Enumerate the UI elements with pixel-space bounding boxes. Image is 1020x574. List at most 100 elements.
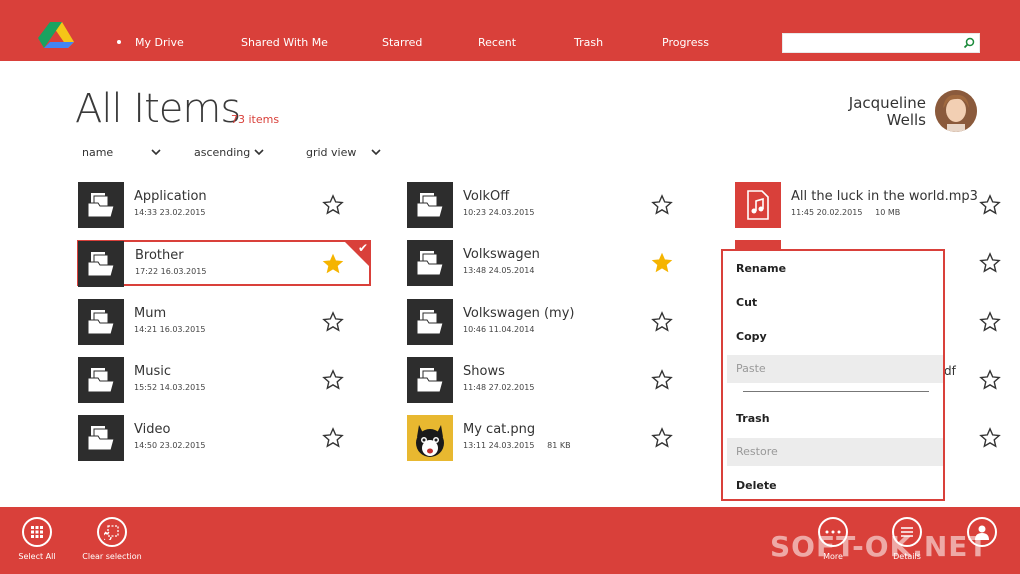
folder-tile[interactable]: Volkswagen 13:48 24.05.2014: [407, 240, 697, 288]
star-outline-icon[interactable]: [651, 369, 673, 391]
folder-icon: [87, 252, 115, 277]
nav-progress[interactable]: Progress: [662, 36, 709, 49]
folder-tile[interactable]: Shows 11:48 27.02.2015: [407, 357, 697, 405]
music-file-icon: [747, 190, 769, 220]
nav-my-drive[interactable]: My Drive: [135, 36, 184, 49]
view-mode-value: grid view: [306, 146, 357, 159]
star-outline-icon[interactable]: [651, 427, 673, 449]
folder-tile[interactable]: VolkOff 10:23 24.03.2015: [407, 182, 697, 230]
nav-shared-with-me[interactable]: Shared With Me: [241, 36, 328, 49]
folder-thumb: [78, 182, 124, 228]
file-name: My cat.png: [463, 422, 536, 437]
star-outline-icon[interactable]: [651, 194, 673, 216]
star-outline-icon[interactable]: [979, 252, 1001, 274]
clear-selection-icon: [104, 525, 119, 540]
view-mode-dropdown[interactable]: grid view: [306, 146, 386, 159]
folder-tile[interactable]: Volkswagen (my) 10:46 11.04.2014: [407, 299, 697, 347]
menu-item-copy[interactable]: Copy: [727, 323, 943, 351]
folder-thumb: [407, 357, 453, 403]
star-outline-icon[interactable]: [322, 369, 344, 391]
file-meta: 13:11 24.03.2015 81 KB: [463, 441, 571, 450]
file-meta: 13:48 24.05.2014: [463, 266, 535, 275]
menu-item-trash[interactable]: Trash: [727, 405, 943, 433]
folder-tile-selected[interactable]: Brother 17:22 16.03.2015 ✔: [77, 240, 371, 287]
folder-tile[interactable]: Video 14:50 23.02.2015: [78, 415, 368, 463]
file-name: All the luck in the world.mp3: [791, 189, 978, 204]
folder-tile[interactable]: Application 14:33 23.02.2015: [78, 182, 368, 230]
audio-thumb: [735, 182, 781, 228]
avatar-image: [935, 90, 977, 132]
file-name: Mum: [134, 306, 167, 321]
clear-selection-label: Clear selection: [82, 552, 142, 561]
folder-thumb: [78, 241, 124, 287]
file-name: Shows: [463, 364, 505, 379]
top-bar: My Drive Shared With Me Starred Recent T…: [0, 0, 1020, 61]
user-first-name[interactable]: Jacqueline: [849, 94, 926, 112]
menu-item-restore: Restore: [727, 438, 943, 466]
clear-selection-button[interactable]: Clear selection: [72, 517, 152, 561]
folder-thumb: [78, 357, 124, 403]
folder-thumb: [78, 299, 124, 345]
sort-field-dropdown[interactable]: name: [82, 146, 162, 159]
select-all-button[interactable]: Select All: [0, 517, 77, 561]
star-filled-icon[interactable]: [322, 253, 344, 275]
checkmark-icon: ✔: [357, 241, 368, 255]
menu-divider: [743, 391, 929, 392]
folder-thumb: [407, 182, 453, 228]
search-icon: [963, 37, 975, 49]
watermark-text: SOFT-OK.NET: [770, 530, 989, 563]
file-name: Volkswagen (my): [463, 306, 575, 321]
file-meta: 14:33 23.02.2015: [134, 208, 206, 217]
star-outline-icon[interactable]: [322, 194, 344, 216]
menu-item-delete[interactable]: Delete: [727, 472, 943, 500]
folder-tile[interactable]: Music 15:52 14.03.2015: [78, 357, 368, 405]
file-name: Video: [134, 422, 171, 437]
menu-item-rename[interactable]: Rename: [727, 255, 943, 283]
file-meta: 14:21 16.03.2015: [134, 325, 206, 334]
nav-recent[interactable]: Recent: [478, 36, 516, 49]
folder-icon: [416, 368, 444, 393]
folder-thumb: [407, 240, 453, 286]
chevron-down-icon: [254, 149, 264, 156]
file-meta: 10:46 11.04.2014: [463, 325, 535, 334]
sort-order-value: ascending: [194, 146, 251, 159]
menu-item-paste: Paste: [727, 355, 943, 383]
active-nav-indicator: [117, 40, 121, 44]
image-thumb: [407, 415, 453, 461]
file-meta: 14:50 23.02.2015: [134, 441, 206, 450]
file-name: VolkOff: [463, 189, 510, 204]
menu-item-cut[interactable]: Cut: [727, 289, 943, 317]
image-tile[interactable]: My cat.png 13:11 24.03.2015 81 KB: [407, 415, 697, 463]
star-outline-icon[interactable]: [979, 427, 1001, 449]
grid-select-icon: [31, 526, 43, 538]
file-name: Volkswagen: [463, 247, 540, 262]
star-filled-icon[interactable]: [651, 252, 673, 274]
avatar[interactable]: [935, 90, 977, 132]
search-input[interactable]: [785, 35, 957, 51]
star-outline-icon[interactable]: [979, 369, 1001, 391]
star-outline-icon[interactable]: [979, 194, 1001, 216]
page-title: All Items: [75, 86, 241, 132]
star-outline-icon[interactable]: [979, 311, 1001, 333]
file-meta: 17:22 16.03.2015: [135, 267, 207, 276]
file-name: Music: [134, 364, 171, 379]
context-menu: Rename Cut Copy Paste Trash Restore Dele…: [721, 249, 945, 501]
nav-trash[interactable]: Trash: [574, 36, 603, 49]
folder-icon: [416, 310, 444, 335]
star-outline-icon[interactable]: [322, 427, 344, 449]
star-outline-icon[interactable]: [651, 311, 673, 333]
search-box: [782, 33, 980, 53]
file-meta: 11:48 27.02.2015: [463, 383, 535, 392]
folder-thumb: [407, 299, 453, 345]
audio-tile[interactable]: All the luck in the world.mp3 11:45 20.0…: [735, 182, 1005, 230]
sort-order-dropdown[interactable]: ascending: [194, 146, 274, 159]
drive-logo-icon[interactable]: [36, 20, 76, 50]
star-outline-icon[interactable]: [322, 311, 344, 333]
item-count: 73 items: [231, 113, 280, 126]
folder-tile[interactable]: Mum 14:21 16.03.2015: [78, 299, 368, 347]
folder-icon: [87, 310, 115, 335]
user-last-name[interactable]: Wells: [887, 111, 926, 129]
sort-field-value: name: [82, 146, 114, 159]
nav-starred[interactable]: Starred: [382, 36, 422, 49]
search-button[interactable]: [960, 35, 978, 51]
